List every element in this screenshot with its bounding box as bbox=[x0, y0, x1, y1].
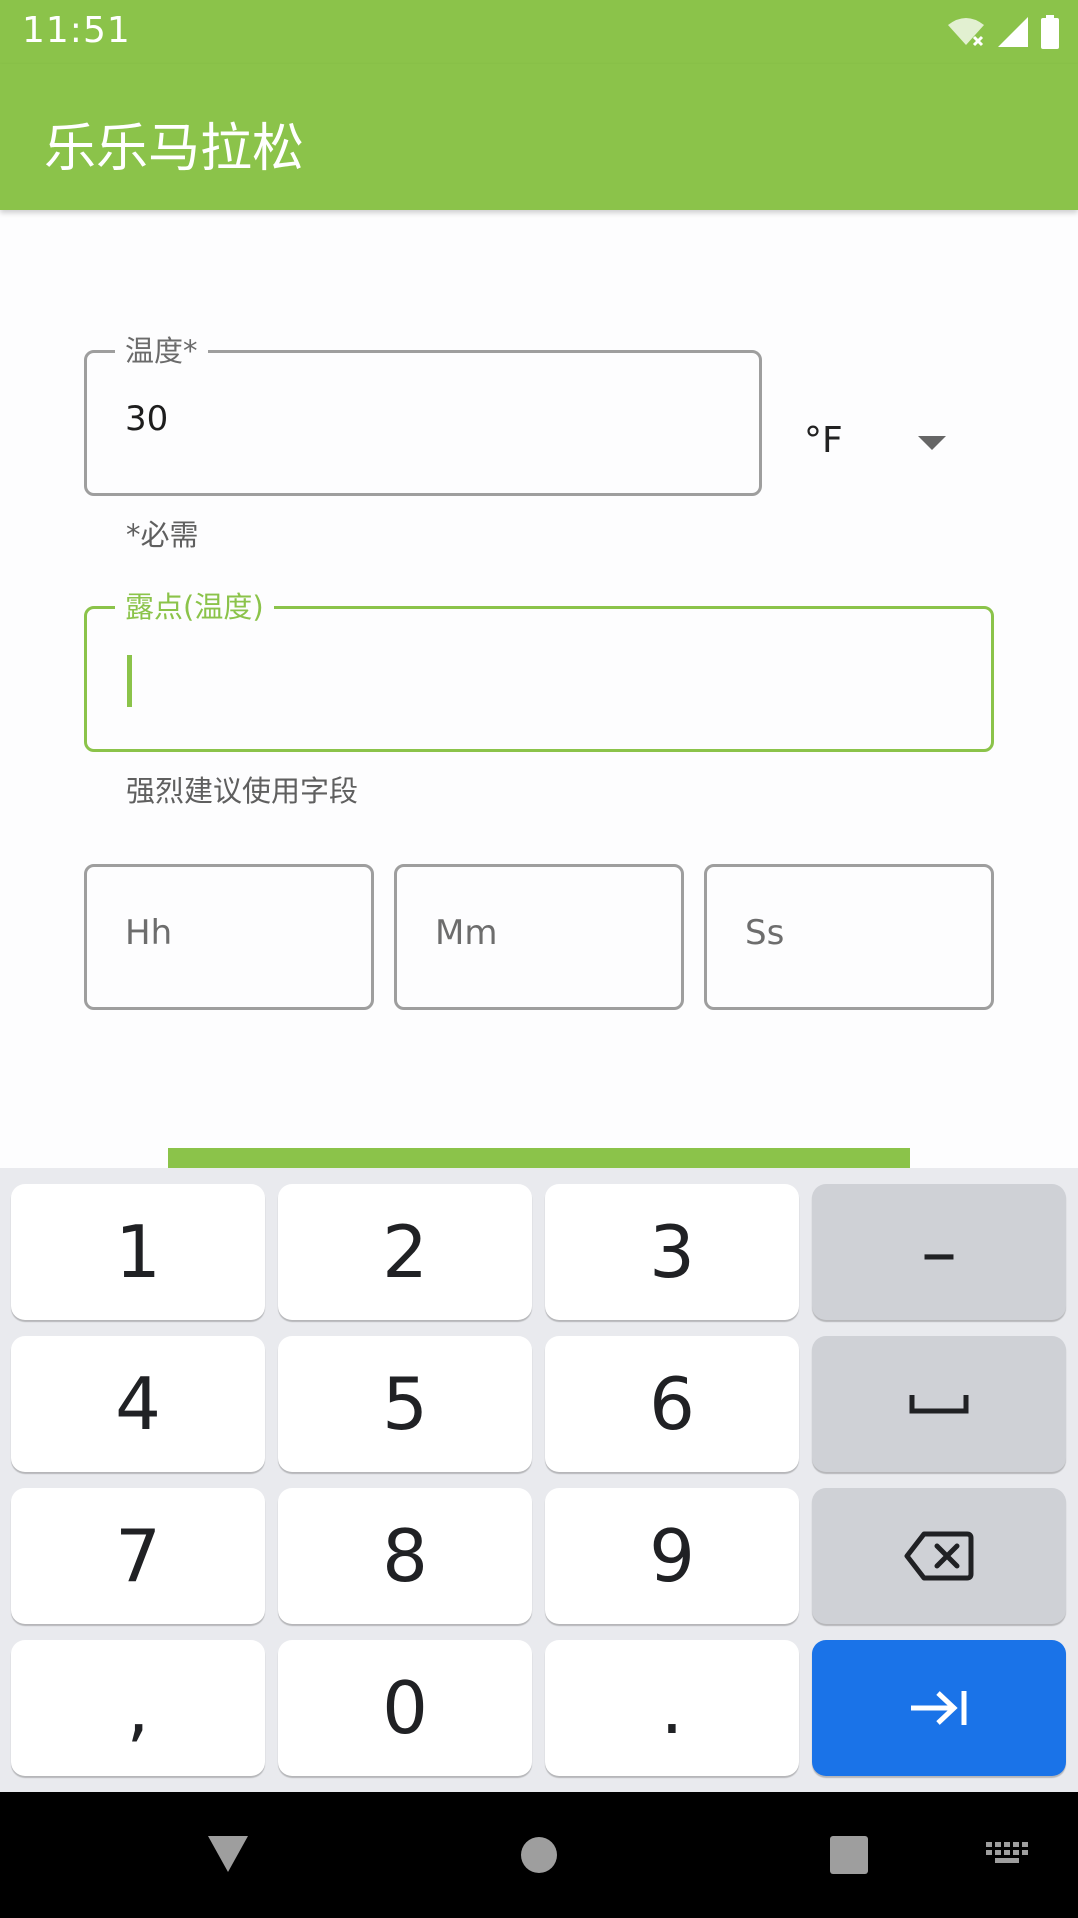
app-bar: 乐乐马拉松 bbox=[0, 64, 1078, 210]
temperature-label: 温度* bbox=[115, 333, 208, 369]
hours-placeholder: Hh bbox=[125, 913, 173, 953]
key-8[interactable]: 8 bbox=[278, 1488, 532, 1624]
key-5[interactable]: 5 bbox=[278, 1336, 532, 1472]
app-title: 乐乐马拉松 bbox=[44, 119, 305, 179]
key-9[interactable]: 9 bbox=[545, 1488, 799, 1624]
status-bar: 11:51 bbox=[0, 0, 1078, 64]
key-space[interactable] bbox=[812, 1336, 1066, 1472]
battery-icon bbox=[1041, 15, 1059, 49]
submit-button[interactable] bbox=[168, 1148, 910, 1168]
back-icon[interactable] bbox=[206, 1834, 250, 1874]
key-3[interactable]: 3 bbox=[545, 1184, 799, 1320]
seconds-input[interactable]: Ss bbox=[704, 864, 994, 1010]
key-4-label: 4 bbox=[115, 1362, 161, 1446]
temperature-value: 30 bbox=[125, 399, 169, 439]
next-field-icon bbox=[911, 1691, 967, 1725]
key-comma[interactable]: , bbox=[11, 1640, 265, 1776]
dew-point-helper: 强烈建议使用字段 bbox=[126, 774, 359, 808]
text-cursor bbox=[127, 655, 132, 707]
status-icons bbox=[946, 14, 1060, 50]
signal-icon bbox=[998, 17, 1028, 47]
temperature-helper: *必需 bbox=[126, 518, 199, 552]
key-minus[interactable]: – bbox=[812, 1184, 1066, 1320]
key-1-label: 1 bbox=[115, 1210, 161, 1294]
key-0-label: 0 bbox=[382, 1666, 428, 1750]
key-9-label: 9 bbox=[649, 1514, 695, 1598]
recents-icon[interactable] bbox=[830, 1836, 868, 1874]
hours-input[interactable]: Hh bbox=[84, 864, 374, 1010]
key-2[interactable]: 2 bbox=[278, 1184, 532, 1320]
key-comma-label: , bbox=[126, 1666, 150, 1750]
key-minus-label: – bbox=[921, 1210, 957, 1294]
home-icon[interactable] bbox=[520, 1836, 558, 1874]
key-0[interactable]: 0 bbox=[278, 1640, 532, 1776]
key-1[interactable]: 1 bbox=[11, 1184, 265, 1320]
status-time: 11:51 bbox=[22, 10, 131, 51]
key-2-label: 2 bbox=[382, 1210, 428, 1294]
minutes-placeholder: Mm bbox=[435, 913, 498, 953]
seconds-placeholder: Ss bbox=[745, 913, 785, 953]
key-6-label: 6 bbox=[649, 1362, 695, 1446]
unit-value: °F bbox=[804, 420, 843, 461]
space-icon bbox=[909, 1395, 969, 1414]
key-8-label: 8 bbox=[382, 1514, 428, 1598]
backspace-icon bbox=[904, 1531, 974, 1581]
key-4[interactable]: 4 bbox=[11, 1336, 265, 1472]
temperature-field[interactable]: 温度* 30 bbox=[84, 333, 762, 496]
key-6[interactable]: 6 bbox=[545, 1336, 799, 1472]
dropdown-arrow-icon bbox=[918, 436, 946, 450]
key-5-label: 5 bbox=[382, 1362, 428, 1446]
minutes-input[interactable]: Mm bbox=[394, 864, 684, 1010]
keyboard-switch-icon[interactable] bbox=[986, 1842, 1028, 1870]
dew-point-field[interactable]: 露点(温度) bbox=[84, 589, 994, 752]
key-backspace[interactable] bbox=[812, 1488, 1066, 1624]
numeric-keyboard: 1 2 3 – 4 5 6 7 8 9 , 0 . bbox=[0, 1168, 1078, 1792]
key-period[interactable]: . bbox=[545, 1640, 799, 1776]
key-7-label: 7 bbox=[115, 1514, 161, 1598]
navigation-bar bbox=[0, 1792, 1078, 1918]
key-next[interactable] bbox=[812, 1640, 1066, 1776]
key-7[interactable]: 7 bbox=[11, 1488, 265, 1624]
key-period-label: . bbox=[660, 1666, 684, 1750]
wifi-off-icon bbox=[948, 18, 984, 47]
key-3-label: 3 bbox=[649, 1210, 695, 1294]
dew-point-label: 露点(温度) bbox=[115, 589, 274, 625]
